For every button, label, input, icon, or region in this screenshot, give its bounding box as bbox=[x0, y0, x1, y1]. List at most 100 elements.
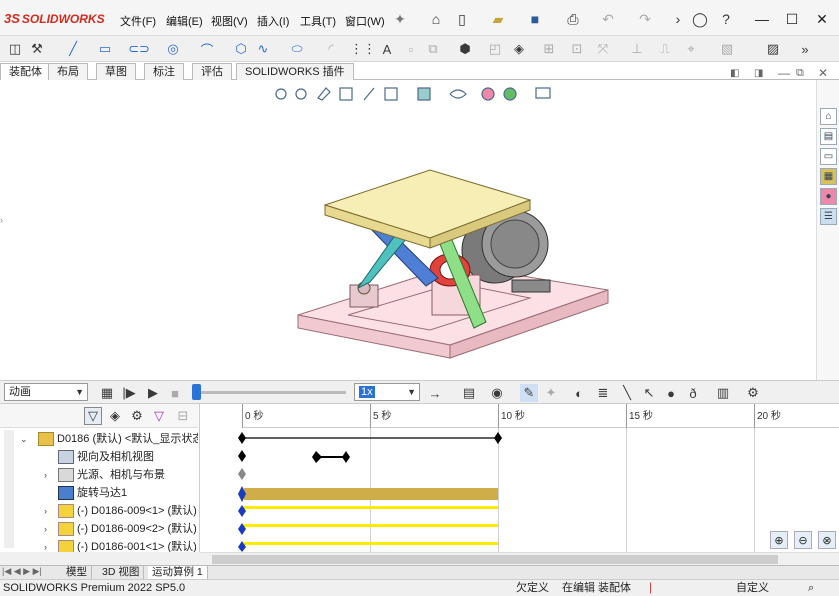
timeline-tracks[interactable] bbox=[236, 428, 516, 552]
tab-addins[interactable]: SOLIDWORKS 插件 bbox=[236, 63, 354, 80]
new-document-icon[interactable]: ▯ bbox=[452, 9, 472, 29]
view-palette-icon[interactable]: ▦ bbox=[820, 168, 837, 185]
results-plots-icon[interactable]: ▥ bbox=[714, 384, 732, 402]
tree-row-lights[interactable]: › 光源、相机与布景 bbox=[0, 466, 198, 484]
damper-icon[interactable]: ╲ bbox=[618, 384, 636, 402]
measure-icon[interactable]: ◈ bbox=[510, 40, 528, 58]
menu-window[interactable]: 窗口(W) bbox=[345, 13, 385, 29]
minimize-button[interactable]: — bbox=[752, 9, 772, 29]
tree-row-assembly[interactable]: ⌄ D0186 (默认) <默认_显示状态 bbox=[0, 430, 198, 448]
collapse-tree-icon[interactable]: ⊟ bbox=[174, 407, 192, 425]
slot-icon[interactable]: ⊂⊃ bbox=[128, 40, 150, 58]
calculate-icon[interactable]: ▦ bbox=[98, 384, 116, 402]
menu-tools[interactable]: 工具(T) bbox=[300, 13, 336, 29]
filter-animated-icon[interactable]: ▽ bbox=[84, 407, 102, 425]
force-icon[interactable]: ↖ bbox=[640, 384, 658, 402]
menu-view[interactable]: 视图(V) bbox=[211, 13, 248, 29]
autokey-icon[interactable]: ✎ bbox=[520, 384, 538, 402]
insert-components-icon[interactable]: ⚒ bbox=[28, 40, 46, 58]
help-icon[interactable]: ? bbox=[716, 9, 736, 29]
tree-row-motor[interactable]: 旋转马达1 bbox=[0, 484, 198, 502]
tree-row-part-1[interactable]: › (-) D0186-009<1> (默认) bbox=[0, 502, 198, 520]
chevron-right-icon[interactable]: » bbox=[796, 40, 814, 58]
mirror-icon[interactable]: ⊡ bbox=[568, 40, 586, 58]
menu-insert[interactable]: 插入(I) bbox=[257, 13, 289, 29]
custom-properties-icon[interactable]: ☰ bbox=[820, 208, 837, 225]
playback-speed-select[interactable]: 1x ▼ bbox=[354, 383, 420, 401]
tab-3d-view[interactable]: 3D 视图 bbox=[98, 566, 145, 580]
viewport-prev-icon[interactable]: ◧ bbox=[730, 68, 739, 79]
motor-icon[interactable]: ◐ bbox=[570, 384, 588, 402]
image-icon[interactable]: ▧ bbox=[718, 40, 736, 58]
add-key-icon[interactable]: ✦ bbox=[542, 384, 560, 402]
rectangle-icon[interactable]: ▭ bbox=[96, 40, 114, 58]
grid-icon[interactable]: ⋮⋮ bbox=[350, 40, 376, 58]
text-icon[interactable]: A bbox=[378, 40, 396, 58]
filter-results-icon[interactable]: ▽ bbox=[150, 407, 168, 425]
dimension-icon[interactable]: ⊥ bbox=[628, 40, 646, 58]
cube-icon[interactable]: ⬢ bbox=[456, 40, 474, 58]
play-from-start-icon[interactable]: |▶ bbox=[120, 384, 138, 402]
tab-layout[interactable]: 布局 bbox=[48, 63, 88, 80]
viewport-close-button[interactable]: ✕ bbox=[818, 66, 828, 80]
tab-assembly[interactable]: 装配体 bbox=[0, 63, 51, 80]
timeline-scrollbar[interactable] bbox=[200, 552, 839, 565]
viewport-restore-icon[interactable]: ◨ bbox=[754, 68, 763, 79]
timeline-ruler[interactable]: 0 秒 5 秒 10 秒 15 秒 20 秒 bbox=[242, 404, 839, 428]
undo-icon[interactable]: ↶ bbox=[598, 9, 618, 29]
spline-icon[interactable]: ∿ bbox=[254, 40, 272, 58]
close-button[interactable]: ✕ bbox=[812, 9, 832, 29]
convert-icon[interactable]: ◰ bbox=[486, 40, 504, 58]
zoom-in-icon[interactable]: ⊕ bbox=[770, 531, 788, 549]
circle-icon[interactable]: ◎ bbox=[164, 40, 182, 58]
move-icon[interactable]: ⤧ bbox=[594, 40, 612, 58]
solidworks-resources-icon[interactable]: ⌂ bbox=[820, 108, 837, 125]
design-library-icon[interactable]: ▤ bbox=[820, 128, 837, 145]
linear-pattern-icon[interactable]: ⊞ bbox=[540, 40, 558, 58]
zoom-to-fit-timeline-icon[interactable]: ⊗ bbox=[818, 531, 836, 549]
playback-mode-icon[interactable]: → bbox=[426, 384, 444, 402]
animation-wizard-icon[interactable]: ◉ bbox=[488, 384, 506, 402]
export-icon[interactable]: ▨ bbox=[764, 40, 782, 58]
menu-file[interactable]: 文件(F) bbox=[120, 13, 156, 29]
tab-evaluate[interactable]: 评估 bbox=[192, 63, 232, 80]
study-properties-icon[interactable]: ⚙ bbox=[744, 384, 762, 402]
file-explorer-icon[interactable]: ▭ bbox=[820, 148, 837, 165]
playback-slider[interactable] bbox=[192, 391, 346, 394]
assembly-icon[interactable]: ◫ bbox=[6, 40, 24, 58]
viewport-minimize-button[interactable]: — bbox=[778, 66, 790, 80]
rebuild-icon[interactable]: ❘ bbox=[646, 580, 655, 596]
graphics-area[interactable]: › bbox=[0, 80, 816, 380]
tree-row-camera-views[interactable]: 视向及相机视图 bbox=[0, 448, 198, 466]
tab-markup[interactable]: 标注 bbox=[144, 63, 184, 80]
save-animation-icon[interactable]: ▤ bbox=[460, 384, 478, 402]
viewport-maximize-button[interactable]: ⧉ bbox=[796, 67, 804, 80]
user-account-icon[interactable]: ◯ bbox=[690, 9, 710, 29]
spring-icon[interactable]: ≣ bbox=[594, 384, 612, 402]
slider-thumb[interactable] bbox=[192, 384, 201, 400]
study-type-select[interactable]: 动画 ▼ bbox=[4, 383, 88, 401]
home-icon[interactable]: ⌂ bbox=[426, 9, 446, 29]
stop-icon[interactable]: ■ bbox=[166, 384, 184, 402]
tree-row-part-2[interactable]: › (-) D0186-009<2> (默认) bbox=[0, 520, 198, 538]
mate-icon[interactable]: ⧉ bbox=[424, 40, 442, 58]
open-folder-icon[interactable]: ▰ bbox=[488, 9, 508, 29]
maximize-button[interactable]: ☐ bbox=[782, 9, 802, 29]
arc-icon[interactable]: ⌒ bbox=[198, 40, 216, 58]
units-select[interactable]: 自定义 bbox=[736, 580, 769, 596]
appearances-icon[interactable]: ● bbox=[820, 188, 837, 205]
block-icon[interactable]: ▫ bbox=[402, 40, 420, 58]
tree-row-part-3[interactable]: › (-) D0186-001<1> (默认) bbox=[0, 538, 198, 552]
ellipse-icon[interactable]: ⬭ bbox=[288, 40, 306, 58]
save-icon[interactable]: ■ bbox=[525, 9, 545, 29]
model-3d-view[interactable] bbox=[290, 110, 650, 370]
more-icon[interactable]: › bbox=[668, 9, 688, 29]
tab-model[interactable]: 模型 bbox=[62, 566, 92, 580]
print-icon[interactable]: ⎙ bbox=[563, 9, 583, 29]
menu-edit[interactable]: 编辑(E) bbox=[166, 13, 203, 29]
tab-sketch[interactable]: 草图 bbox=[96, 63, 136, 80]
polygon-icon[interactable]: ⬡ bbox=[232, 40, 250, 58]
fillet-icon[interactable]: ◜ bbox=[322, 40, 340, 58]
filter-driving-icon[interactable]: ◈ bbox=[106, 407, 124, 425]
gravity-icon[interactable]: ð bbox=[684, 384, 702, 402]
